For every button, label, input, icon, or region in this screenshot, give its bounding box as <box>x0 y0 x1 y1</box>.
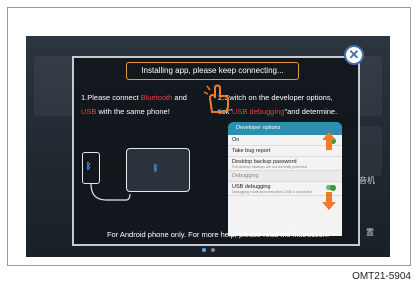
dev-row-sub: Full desktop backups are not currently p… <box>232 165 307 169</box>
step-2-text: 2.Switch on the developer options, tick"… <box>218 91 358 119</box>
page-dot-active[interactable] <box>202 248 206 252</box>
help-footer-text: For Android phone only. For more help, p… <box>106 230 330 239</box>
background-tile <box>34 56 74 116</box>
figure-caption: OMT21-5904 <box>352 271 411 282</box>
page-indicator <box>202 248 215 252</box>
dev-row-label: On <box>232 137 240 143</box>
phone-icon: ᛒ <box>82 152 100 184</box>
arrow-up-icon <box>322 132 336 150</box>
head-unit-icon: ᛒ <box>126 148 190 192</box>
bluetooth-highlight: Bluetooth <box>140 93 173 102</box>
step-2-suffix: "and determine. <box>284 107 338 116</box>
step-1-suffix: with the same phone! <box>96 107 170 116</box>
background-label-settings: 置 <box>366 228 374 237</box>
usb-highlight: USB <box>81 107 97 116</box>
dev-row-backup-password[interactable]: Desktop backup password Full desktop bac… <box>228 157 342 171</box>
install-status-message: Installing app, please keep connecting..… <box>126 62 299 80</box>
background-label-radio: 音机 <box>359 176 375 185</box>
bluetooth-icon: ᛒ <box>153 163 159 173</box>
arrow-down-icon <box>322 192 336 210</box>
dev-row-label: Take bug report <box>232 148 271 154</box>
close-icon[interactable]: ✕ <box>344 45 364 65</box>
bluetooth-icon: ᛒ <box>86 161 92 171</box>
step-1-and: and <box>172 93 187 102</box>
usb-debugging-toggle[interactable] <box>326 184 336 191</box>
page-dot[interactable] <box>211 248 215 252</box>
hand-pointer-icon <box>203 84 229 113</box>
step-2-prefix: 2.Switch on the developer options, <box>218 93 333 102</box>
usb-debugging-highlight: USB debugging <box>231 107 285 116</box>
step-1-prefix: 1.Please connect <box>81 93 141 102</box>
connection-dialog: Installing app, please keep connecting..… <box>72 56 360 246</box>
dev-section-debugging: Debugging <box>228 171 342 182</box>
